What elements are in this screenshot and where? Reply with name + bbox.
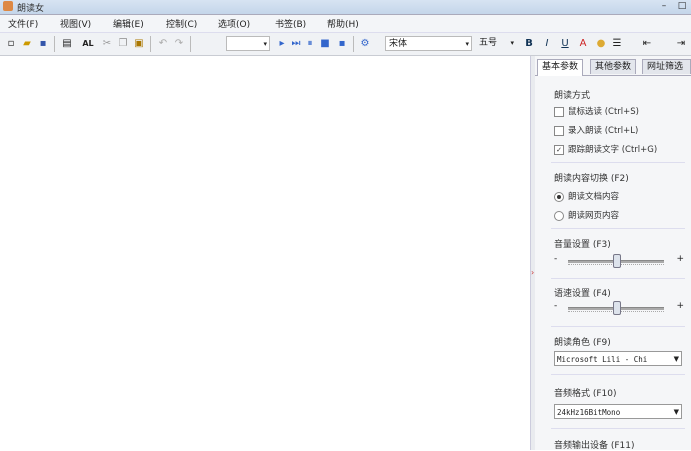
speed-slider[interactable]: - +: [554, 301, 684, 315]
save-icon[interactable]: ▪: [36, 37, 50, 51]
speed-minus: -: [554, 301, 558, 311]
next-icon[interactable]: ⏭: [289, 37, 303, 51]
tab-basic-params[interactable]: 基本参数: [537, 59, 584, 76]
app-icon: [3, 1, 13, 11]
checkbox-icon[interactable]: [554, 125, 564, 136]
section-divider: [551, 428, 685, 429]
checkbox-label: 录入朗读 (Ctrl+L): [568, 126, 639, 136]
speed-plus: +: [676, 301, 684, 311]
font-size-combo[interactable]: 五号 ▾: [476, 36, 516, 51]
section-divider: [551, 374, 685, 375]
indent-right-icon[interactable]: ⇥: [674, 37, 688, 51]
copy-icon[interactable]: ❐: [116, 37, 130, 51]
radio-read-webpage[interactable]: 朗读网页内容: [554, 209, 619, 221]
menu-bookmark[interactable]: 书签(B): [275, 17, 306, 30]
section-divider: [551, 278, 685, 279]
checkbox-label: 跟踪朗读文字 (Ctrl+G): [568, 145, 658, 155]
maximize-icon[interactable]: □: [673, 0, 691, 12]
cut-icon[interactable]: ✂: [100, 37, 114, 51]
menu-options[interactable]: 选项(O): [218, 17, 250, 30]
bold-button[interactable]: B: [522, 37, 536, 51]
indent-left-icon[interactable]: ⇤: [640, 37, 654, 51]
tab-other-params[interactable]: 其他参数: [590, 59, 637, 74]
font-size-value: 五号: [479, 38, 498, 48]
checkbox-icon[interactable]: [554, 106, 564, 117]
checkbox-checked-icon[interactable]: ✓: [554, 144, 564, 155]
title-bar: 朗读女 – □: [0, 0, 691, 15]
volume-slider[interactable]: - +: [554, 254, 684, 268]
window-title: 朗读女: [17, 4, 45, 14]
underline-button[interactable]: U: [558, 37, 572, 51]
audio-format-value: 24kHz16BitMono: [557, 408, 621, 417]
section-divider: [551, 162, 685, 163]
toolbar: ▫ ▰ ▪ ▤ AL ✂ ❐ ▣ ↶ ↷ ▾ ▸ ⏭ ⏸ ■ ▪ ⚙ 宋体 ▾ 五…: [0, 33, 691, 56]
audio-format-title: 音频格式 (F10): [554, 389, 617, 399]
voice-value: Microsoft Lili - Chi: [557, 355, 648, 364]
volume-minus: -: [554, 254, 558, 264]
font-name-combo[interactable]: 宋体 ▾: [385, 36, 472, 51]
toolbar-separator: [190, 36, 191, 52]
volume-title: 音量设置 (F3): [554, 240, 611, 250]
voice-title: 朗读角色 (F9): [554, 338, 611, 348]
radio-label: 朗读文档内容: [568, 192, 620, 202]
menu-edit[interactable]: 编辑(E): [113, 17, 144, 30]
speed-thumb[interactable]: [613, 301, 621, 315]
read-mode-title: 朗读方式: [554, 91, 591, 101]
radio-icon[interactable]: [554, 191, 564, 202]
highlight-icon[interactable]: ●: [594, 37, 608, 51]
volume-thumb[interactable]: [613, 254, 621, 268]
align-icon[interactable]: ☰: [610, 37, 624, 51]
al-button[interactable]: AL: [78, 37, 98, 51]
open-folder-icon[interactable]: ▰: [20, 37, 34, 51]
checkbox-track-text[interactable]: ✓ 跟踪朗读文字 (Ctrl+G): [554, 143, 657, 155]
section-divider: [551, 228, 685, 229]
radio-icon[interactable]: [554, 210, 564, 221]
toolbar-separator: [54, 36, 55, 52]
stop-icon[interactable]: ■: [318, 37, 332, 51]
tab-strip: 基本参数 其他参数 网址筛选: [535, 59, 691, 76]
new-file-icon[interactable]: ▫: [4, 37, 18, 51]
paste-icon[interactable]: ▣: [132, 37, 146, 51]
radio-label: 朗读网页内容: [568, 211, 620, 221]
menu-control[interactable]: 控制(C): [166, 17, 197, 30]
speed-title: 语速设置 (F4): [554, 289, 611, 299]
checkbox-mouse-select[interactable]: 鼠标选读 (Ctrl+S): [554, 105, 639, 117]
voice-settings-icon[interactable]: ⚙: [358, 37, 372, 51]
toolbar-separator: [150, 36, 151, 52]
section-divider: [551, 326, 685, 327]
chevron-down-icon[interactable]: ▼: [674, 405, 679, 418]
checkbox-label: 鼠标选读 (Ctrl+S): [568, 107, 639, 117]
stop-square-icon[interactable]: ▪: [335, 37, 349, 51]
print-icon[interactable]: ▤: [60, 37, 74, 51]
document-editor[interactable]: [0, 56, 530, 450]
chevron-down-icon[interactable]: ▼: [674, 352, 679, 365]
radio-read-document[interactable]: 朗读文档内容: [554, 190, 619, 202]
toolbar-separator: [353, 36, 354, 52]
voice-select[interactable]: Microsoft Lili - Chi ▼: [554, 351, 682, 366]
minimize-icon[interactable]: –: [655, 0, 673, 12]
menu-bar: 文件(F) 视图(V) 编辑(E) 控制(C) 选项(O) 书签(B) 帮助(H…: [0, 15, 691, 33]
settings-panel: 基本参数 其他参数 网址筛选 朗读方式 鼠标选读 (Ctrl+S) 录入朗读 (…: [535, 56, 691, 451]
tab-url-filter[interactable]: 网址筛选: [642, 59, 691, 74]
undo-icon[interactable]: ↶: [156, 37, 170, 51]
play-icon[interactable]: ▸: [275, 37, 289, 51]
italic-button[interactable]: I: [540, 37, 554, 51]
font-name-value: 宋体: [389, 39, 408, 49]
pause-icon[interactable]: ⏸: [303, 37, 317, 51]
font-color-button[interactable]: A: [576, 37, 590, 51]
volume-plus: +: [676, 254, 684, 264]
audio-output-title: 音频输出设备 (F11): [554, 441, 635, 451]
audio-format-select[interactable]: 24kHz16BitMono ▼: [554, 404, 682, 419]
redo-icon[interactable]: ↷: [172, 37, 186, 51]
checkbox-input-read[interactable]: 录入朗读 (Ctrl+L): [554, 124, 638, 136]
content-switch-title: 朗读内容切换 (F2): [554, 174, 629, 184]
menu-help[interactable]: 帮助(H): [327, 17, 359, 30]
menu-file[interactable]: 文件(F): [8, 17, 38, 30]
menu-view[interactable]: 视图(V): [60, 17, 91, 30]
blank-combo[interactable]: ▾: [226, 36, 270, 51]
